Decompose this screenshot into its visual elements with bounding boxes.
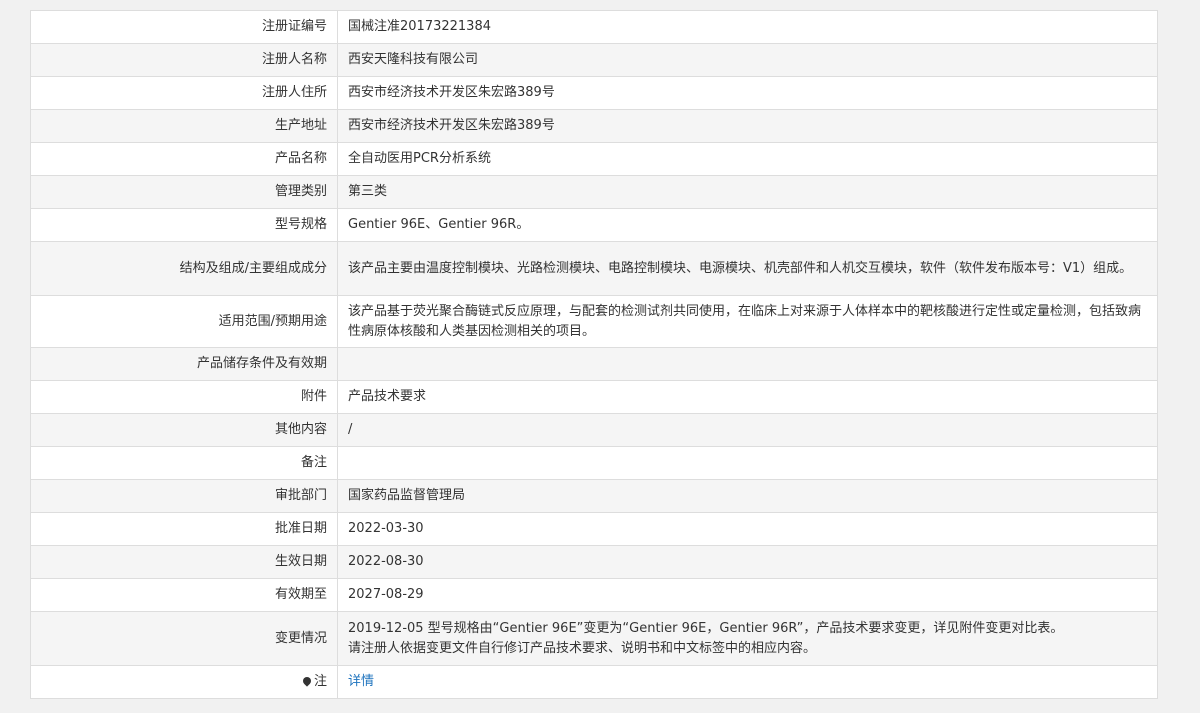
label-note: 注 xyxy=(30,665,338,699)
label-structure-composition: 结构及组成/主要组成成分 xyxy=(30,241,338,296)
row-structure-composition: 结构及组成/主要组成成分 该产品主要由温度控制模块、光路检测模块、电路控制模块、… xyxy=(30,241,1158,296)
label-approval-department: 审批部门 xyxy=(30,479,338,513)
row-registrant-address: 注册人住所 西安市经济技术开发区朱宏路389号 xyxy=(30,76,1158,110)
row-effective-date: 生效日期 2022-08-30 xyxy=(30,545,1158,579)
row-note: 注 详情 xyxy=(30,665,1158,699)
value-attachment: 产品技术要求 xyxy=(337,380,1158,414)
row-intended-use: 适用范围/预期用途 该产品基于荧光聚合酶链式反应原理，与配套的检测试剂共同使用，… xyxy=(30,295,1158,348)
label-storage-validity: 产品储存条件及有效期 xyxy=(30,347,338,381)
label-approval-date: 批准日期 xyxy=(30,512,338,546)
change-history-line-1: 2019-12-05 型号规格由“Gentier 96E”变更为“Gentier… xyxy=(348,620,1064,636)
value-storage-validity xyxy=(337,347,1158,381)
label-intended-use: 适用范围/预期用途 xyxy=(30,295,338,348)
label-model-spec: 型号规格 xyxy=(30,208,338,242)
row-model-spec: 型号规格 Gentier 96E、Gentier 96R。 xyxy=(30,208,1158,242)
label-other-content: 其他内容 xyxy=(30,413,338,447)
label-registration-number: 注册证编号 xyxy=(30,10,338,44)
map-pin-icon xyxy=(301,675,313,687)
row-approval-department: 审批部门 国家药品监督管理局 xyxy=(30,479,1158,513)
row-other-content: 其他内容 / xyxy=(30,413,1158,447)
label-remarks: 备注 xyxy=(30,446,338,480)
row-production-address: 生产地址 西安市经济技术开发区朱宏路389号 xyxy=(30,109,1158,143)
row-management-category: 管理类别 第三类 xyxy=(30,175,1158,209)
registration-detail-table: 注册证编号 国械注准20173221384 注册人名称 西安天隆科技有限公司 注… xyxy=(30,10,1158,699)
value-model-spec: Gentier 96E、Gentier 96R。 xyxy=(337,208,1158,242)
value-expiry-date: 2027-08-29 xyxy=(337,578,1158,612)
value-approval-department: 国家药品监督管理局 xyxy=(337,479,1158,513)
label-expiry-date: 有效期至 xyxy=(30,578,338,612)
value-management-category: 第三类 xyxy=(337,175,1158,209)
row-expiry-date: 有效期至 2027-08-29 xyxy=(30,578,1158,612)
value-effective-date: 2022-08-30 xyxy=(337,545,1158,579)
value-remarks xyxy=(337,446,1158,480)
label-registrant-name: 注册人名称 xyxy=(30,43,338,77)
value-registration-number: 国械注准20173221384 xyxy=(337,10,1158,44)
row-registrant-name: 注册人名称 西安天隆科技有限公司 xyxy=(30,43,1158,77)
value-note: 详情 xyxy=(337,665,1158,699)
row-product-name: 产品名称 全自动医用PCR分析系统 xyxy=(30,142,1158,176)
row-remarks: 备注 xyxy=(30,446,1158,480)
change-history-line-2: 请注册人依据变更文件自行修订产品技术要求、说明书和中文标签中的相应内容。 xyxy=(348,640,817,656)
note-label-text: 注 xyxy=(313,674,327,689)
label-registrant-address: 注册人住所 xyxy=(30,76,338,110)
value-registrant-address: 西安市经济技术开发区朱宏路389号 xyxy=(337,76,1158,110)
label-management-category: 管理类别 xyxy=(30,175,338,209)
value-approval-date: 2022-03-30 xyxy=(337,512,1158,546)
label-product-name: 产品名称 xyxy=(30,142,338,176)
label-attachment: 附件 xyxy=(30,380,338,414)
value-change-history: 2019-12-05 型号规格由“Gentier 96E”变更为“Gentier… xyxy=(337,611,1158,666)
value-product-name: 全自动医用PCR分析系统 xyxy=(337,142,1158,176)
row-storage-validity: 产品储存条件及有效期 xyxy=(30,347,1158,381)
value-registrant-name: 西安天隆科技有限公司 xyxy=(337,43,1158,77)
value-other-content: / xyxy=(337,413,1158,447)
row-attachment: 附件 产品技术要求 xyxy=(30,380,1158,414)
label-production-address: 生产地址 xyxy=(30,109,338,143)
row-approval-date: 批准日期 2022-03-30 xyxy=(30,512,1158,546)
row-change-history: 变更情况 2019-12-05 型号规格由“Gentier 96E”变更为“Ge… xyxy=(30,611,1158,666)
value-production-address: 西安市经济技术开发区朱宏路389号 xyxy=(337,109,1158,143)
label-effective-date: 生效日期 xyxy=(30,545,338,579)
value-structure-composition: 该产品主要由温度控制模块、光路检测模块、电路控制模块、电源模块、机壳部件和人机交… xyxy=(337,241,1158,296)
row-registration-number: 注册证编号 国械注准20173221384 xyxy=(30,10,1158,44)
label-change-history: 变更情况 xyxy=(30,611,338,666)
registration-detail-panel: 注册证编号 国械注准20173221384 注册人名称 西安天隆科技有限公司 注… xyxy=(30,10,1158,699)
value-intended-use: 该产品基于荧光聚合酶链式反应原理，与配套的检测试剂共同使用，在临床上对来源于人体… xyxy=(337,295,1158,348)
details-link[interactable]: 详情 xyxy=(348,674,374,689)
